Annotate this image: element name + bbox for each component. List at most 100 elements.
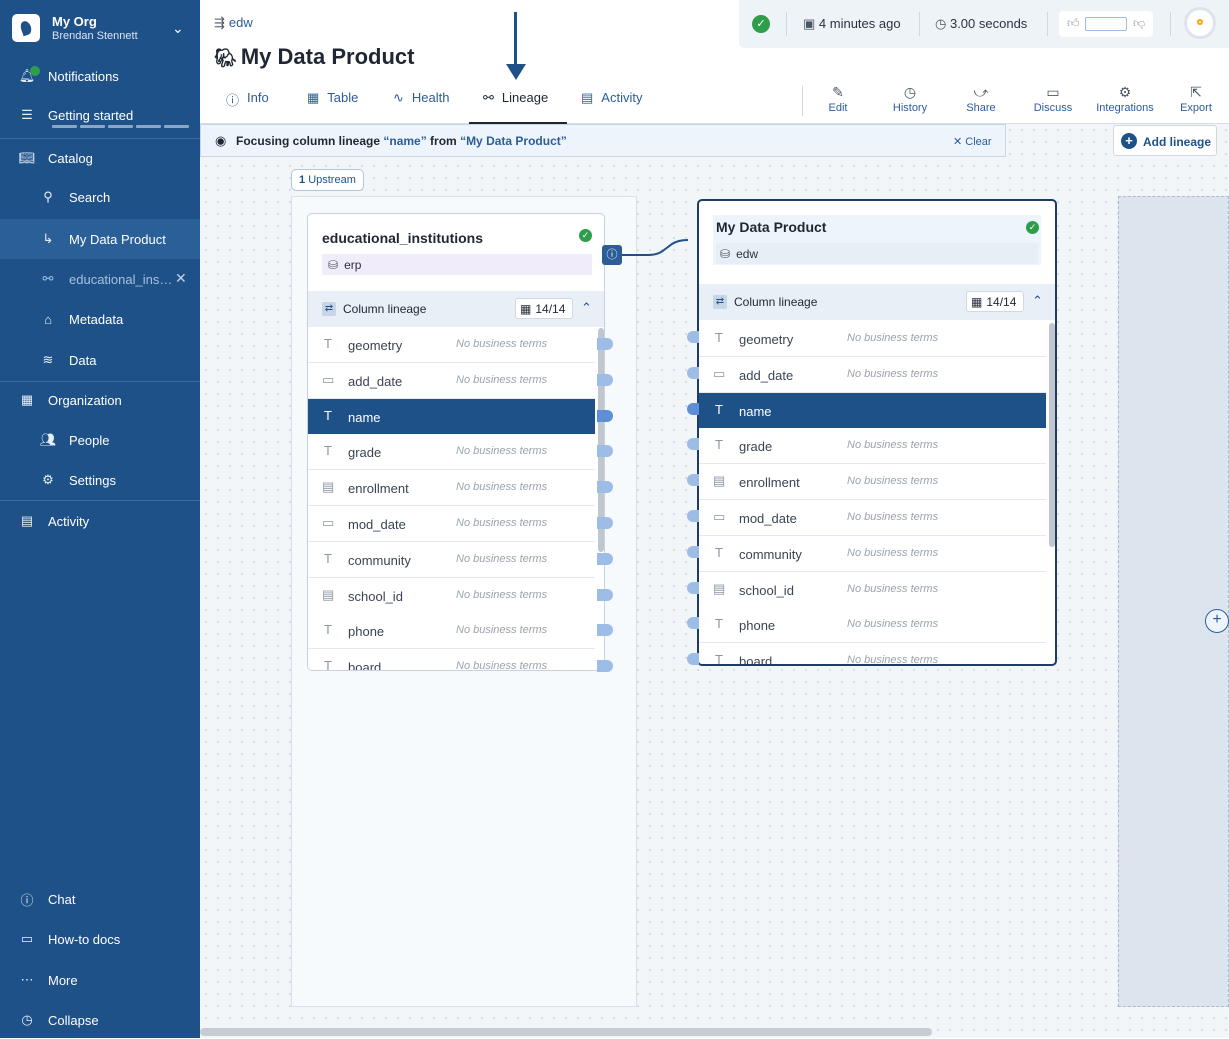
sidebar-item-my-data-product[interactable]: ↳ My Data Product [0,219,200,259]
column-lineage-header[interactable]: ⇄ Column lineage ▦ 14/14 ⌃ [699,284,1055,320]
tab-table[interactable]: ▦ Table [307,90,377,124]
sidebar-item-more[interactable]: ⋯ More [0,961,200,999]
tab-lineage[interactable]: ⚯ Lineage [469,90,567,124]
scrollbar[interactable] [1049,323,1055,547]
column-handle[interactable] [597,338,613,350]
column-row[interactable]: Tname [699,392,1046,429]
column-handle[interactable] [597,481,613,494]
column-row[interactable]: ▤ school_id No business terms [699,571,1046,608]
column-row[interactable]: Tphone No business terms [699,607,1046,644]
edit-button[interactable]: ✎ Edit [808,84,868,114]
column-handle[interactable] [597,445,613,458]
progress-ring[interactable] [1184,7,1216,39]
edge-info-icon[interactable]: ⓘ [602,245,622,265]
column-handle[interactable] [687,545,699,558]
last-run: ▣ 4 minutes ago [803,16,901,32]
column-row[interactable]: Tgeometry No business terms [308,327,595,363]
sidebar-item-people[interactable]: 👥︎ People [0,420,200,460]
tab-health[interactable]: ∿ Health [393,90,463,124]
column-handle[interactable] [687,331,699,343]
column-handle[interactable] [597,624,613,637]
column-row[interactable]: Tgeometry No business terms [699,321,1046,357]
column-handle[interactable] [687,438,699,451]
sidebar-item-notifications[interactable]: 🔔︎ Notifications [0,57,200,95]
integrations-icon: ⚙ [1118,84,1132,100]
success-check-icon: ✓ [579,229,592,242]
sidebar-item-activity[interactable]: ▤ Activity [0,501,200,541]
column-handle[interactable] [597,588,613,601]
column-row[interactable]: ▤ school_id No business terms [308,577,595,614]
info-icon: ⓘ [226,93,240,108]
chevron-up-icon[interactable]: ⌃ [581,300,592,316]
sidebar-item-chat[interactable]: ⓘ Chat [0,880,200,918]
focused-dataset-card[interactable]: My Data Product ✓ ⛁ edw ⇄ Column lineage … [697,199,1057,666]
column-row[interactable]: Tboard No business terms [308,649,595,670]
sidebar-item-educational-institutions[interactable]: ⚯ educational_ins… ✕ [0,259,200,299]
column-handle[interactable] [687,402,699,415]
text-type-icon: T [715,652,723,666]
lineage-edge [622,239,689,256]
column-row[interactable]: Tcommunity No business terms [308,541,595,578]
org-switcher[interactable]: My Org Brendan Stennett ⌄ [12,12,194,46]
column-row[interactable]: ▭ add_date No business terms [308,362,595,399]
sidebar-item-data[interactable]: ≋ Data [0,340,200,380]
horizontal-scrollbar[interactable] [200,1028,932,1036]
column-handle[interactable] [687,617,699,630]
sidebar-item-how-to-docs[interactable]: ▭ How-to docs [0,920,200,958]
share-button[interactable]: ⤻ Share [951,84,1011,114]
postgres-icon: 🐘︎ [214,48,237,68]
column-row[interactable]: Tphone No business terms [308,613,595,650]
sidebar-item-metadata[interactable]: ⌂ Metadata [0,299,200,339]
thumbs-up-icon[interactable]: 👍︎ [1067,16,1080,31]
column-handle[interactable] [687,366,699,379]
column-row[interactable]: Tcommunity No business terms [699,535,1046,572]
eye-icon: ◉ [215,133,227,148]
sidebar-item-collapse[interactable]: ◷ Collapse [0,1001,200,1039]
column-handle[interactable] [597,409,613,422]
column-name: geometry [739,332,794,347]
sidebar-item-search[interactable]: ⚲ Search [0,178,200,216]
column-row[interactable]: ▤ enrollment No business terms [699,464,1046,501]
text-type-icon: T [324,622,332,638]
column-row[interactable]: Tgrade No business terms [699,428,1046,465]
breadcrumb[interactable]: ⇶ edw [214,15,253,31]
sidebar-item-catalog[interactable]: 📖︎ Catalog [0,139,200,177]
sidebar-item-settings[interactable]: ⚙ Settings [0,460,200,500]
swap-icon: ⇄ [713,295,727,309]
sidebar-item-organization[interactable]: ▦ Organization [0,381,200,419]
column-row[interactable]: Tname [308,398,595,435]
column-row[interactable]: ▤ enrollment No business terms [308,470,595,507]
column-handle[interactable] [687,581,699,594]
column-handle[interactable] [687,510,699,522]
column-handle[interactable] [597,517,613,529]
column-handle[interactable] [687,474,699,487]
tab-activity[interactable]: ▤ Activity [581,90,661,124]
column-row[interactable]: Tgrade No business terms [308,434,595,471]
action-label: Discuss [1033,102,1073,114]
clear-button[interactable]: ✕ Clear [953,135,992,148]
page-title-text: My Data Product [240,44,415,69]
close-icon[interactable]: ✕ [175,270,187,287]
column-row[interactable]: ▭ mod_date No business terms [699,500,1046,536]
column-row[interactable]: Tboard No business terms [699,643,1046,666]
add-lineage-button[interactable]: + Add lineage [1113,125,1217,156]
integrations-button[interactable]: ⚙ Integrations [1094,84,1156,114]
column-handle[interactable] [597,373,613,386]
sidebar-item-getting-started[interactable]: ☰ Getting started [0,96,200,134]
chevron-up-icon[interactable]: ⌃ [1032,293,1043,309]
column-row[interactable]: ▭ add_date No business terms [699,356,1046,393]
discuss-button[interactable]: ▭ Discuss [1023,84,1083,114]
column-handle[interactable] [597,552,613,565]
focus-column: “name” [383,134,427,148]
export-button[interactable]: ⇱ Export [1166,84,1226,114]
column-handle[interactable] [597,660,613,673]
history-button[interactable]: ◷ History [880,84,940,114]
column-handle[interactable] [687,653,699,666]
tab-info[interactable]: ⓘ Info [226,90,286,124]
column-row[interactable]: ▭ mod_date No business terms [308,506,595,542]
upstream-badge[interactable]: 1 Upstream [291,169,364,191]
thumbs-down-icon[interactable]: 👎︎ [1133,16,1145,31]
upstream-dataset-card[interactable]: educational_institutions ✓ ⛁ erp ⇄ Column… [307,213,605,671]
column-lineage-header[interactable]: ⇄ Column lineage ▦ 14/14 ⌃ [308,291,604,327]
add-downstream-icon[interactable]: + [1205,609,1229,633]
